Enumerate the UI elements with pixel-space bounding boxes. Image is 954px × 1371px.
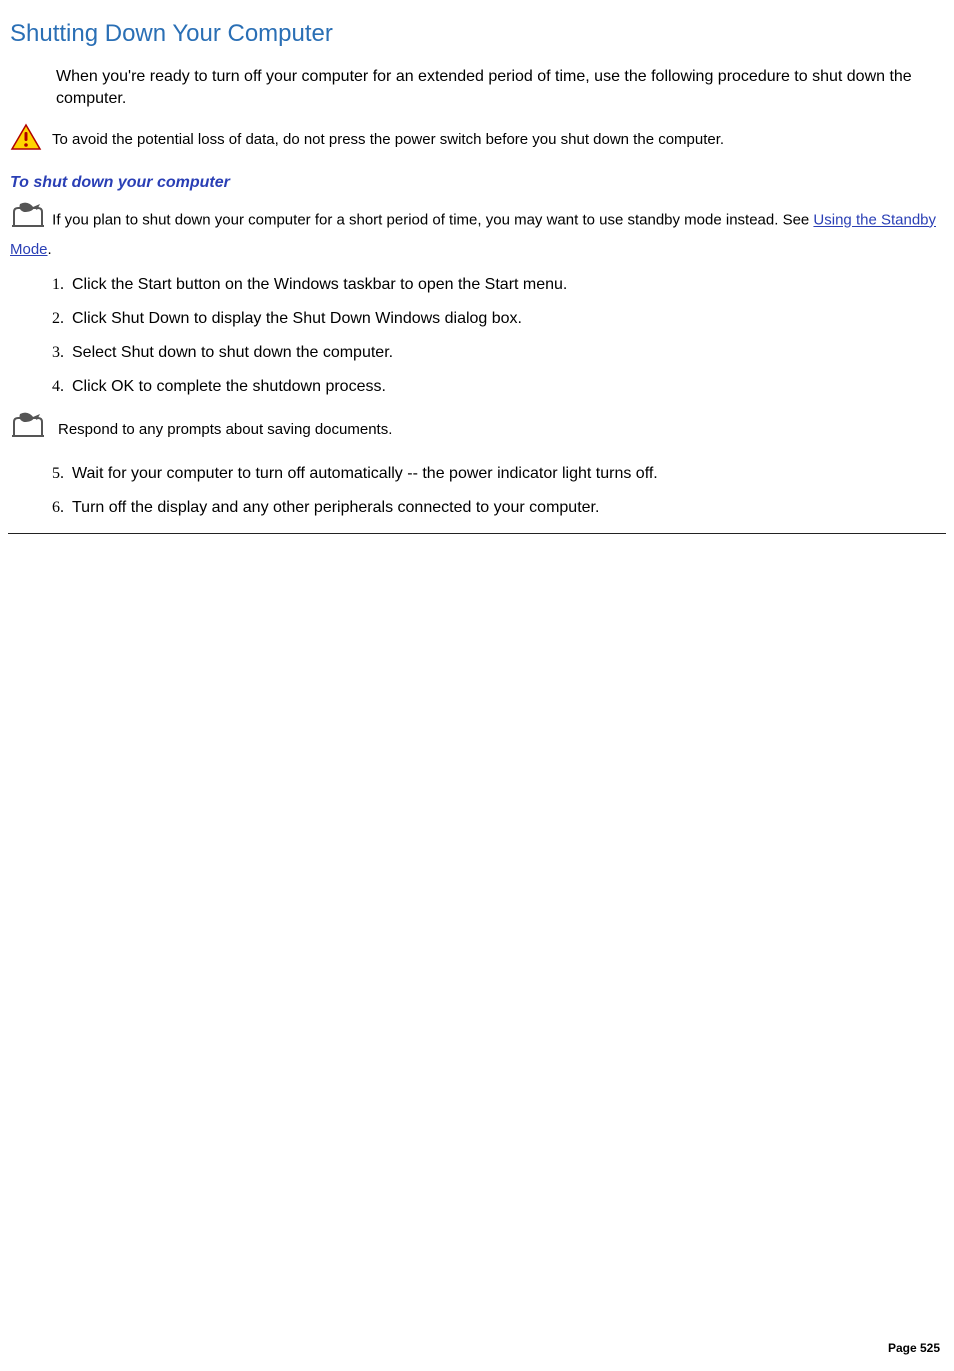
note-standby: If you plan to shut down your computer f… — [10, 202, 944, 262]
intro-paragraph: When you're ready to turn off your compu… — [56, 66, 944, 111]
note-icon — [10, 412, 48, 447]
procedure-subhead: To shut down your computer — [10, 174, 954, 192]
note-save-text: Respond to any prompts about saving docu… — [58, 421, 392, 438]
warning-row: To avoid the potential loss of data, do … — [10, 123, 954, 156]
steps-list-b: Wait for your computer to turn off autom… — [0, 465, 954, 517]
step-5: Wait for your computer to turn off autom… — [68, 465, 954, 483]
note-save-prompts: Respond to any prompts about saving docu… — [10, 412, 954, 447]
step-2: Click Shut Down to display the Shut Down… — [68, 310, 954, 328]
note-standby-pre: If you plan to shut down your computer f… — [52, 212, 813, 229]
step-4: Click OK to complete the shutdown proces… — [68, 378, 954, 396]
step-3: Select Shut down to shut down the comput… — [68, 344, 954, 362]
note-icon — [10, 219, 52, 236]
steps-list-a: Click the Start button on the Windows ta… — [0, 276, 954, 396]
warning-icon — [10, 123, 42, 156]
step-6: Turn off the display and any other perip… — [68, 499, 954, 517]
divider — [8, 533, 946, 534]
warning-text: To avoid the potential loss of data, do … — [52, 131, 724, 148]
note-standby-post: . — [48, 241, 52, 258]
step-1: Click the Start button on the Windows ta… — [68, 276, 954, 294]
page-number: Page 525 — [888, 1341, 940, 1355]
page-title: Shutting Down Your Computer — [10, 20, 954, 48]
